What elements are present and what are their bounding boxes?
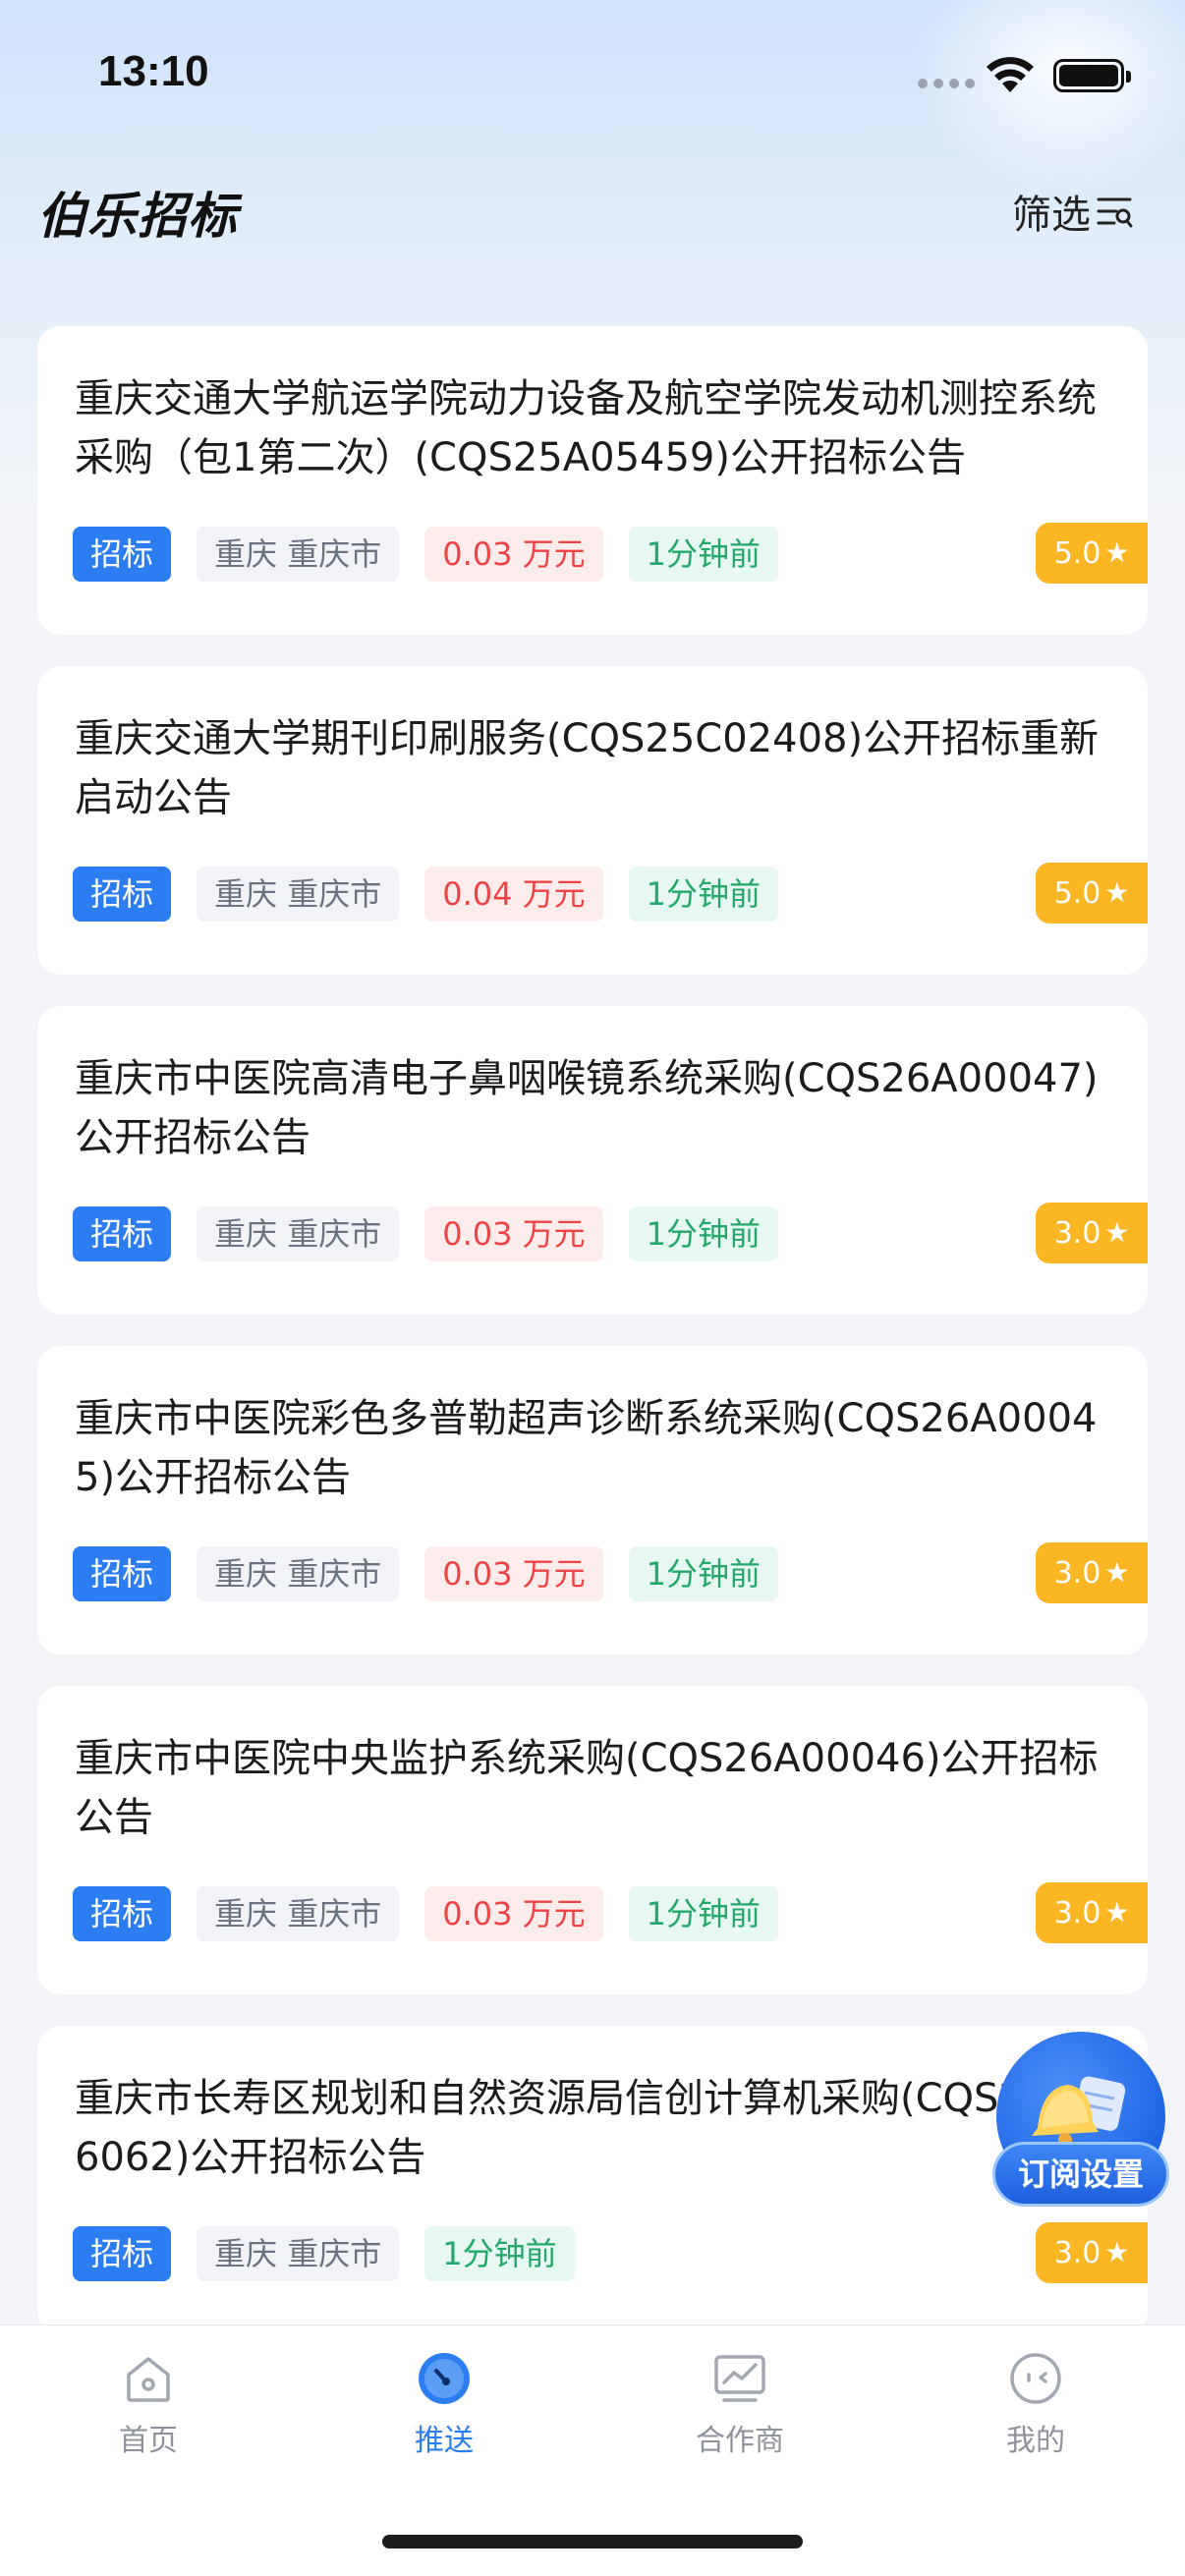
rating-badge: 5.0 ★ xyxy=(1036,863,1148,924)
tender-card[interactable]: 重庆交通大学期刊印刷服务(CQS25C02408)公开招标重新启动公告 招标 重… xyxy=(37,666,1148,975)
rating-value: 5.0 xyxy=(1053,535,1101,571)
region-tag: 重庆 重庆市 xyxy=(197,527,400,582)
tender-title: 重庆交通大学航运学院动力设备及航空学院发动机测控系统采购（包1第二次）(CQS2… xyxy=(75,376,1097,480)
tender-title: 重庆市中医院高清电子鼻咽喉镜系统采购(CQS26A00047)公开招标公告 xyxy=(75,1056,1099,1160)
tender-card[interactable]: 重庆市中医院高清电子鼻咽喉镜系统采购(CQS26A00047)公开招标公告 招标… xyxy=(37,1006,1148,1315)
rating-badge: 3.0 ★ xyxy=(1036,1542,1148,1603)
time-tag: 1分钟前 xyxy=(628,1546,779,1601)
amount-tag: 0.03 万元 xyxy=(424,1886,603,1941)
time-tag: 1分钟前 xyxy=(628,527,779,582)
tender-title: 重庆市长寿区规划和自然资源局信创计算机采购(CQS25A06062)公开招标公告 xyxy=(75,2076,1101,2180)
status-time: 13:10 xyxy=(98,47,209,95)
star-icon: ★ xyxy=(1104,876,1130,909)
amount-tag: 0.03 万元 xyxy=(424,1546,603,1601)
amount-tag: 0.04 万元 xyxy=(424,867,603,922)
home-indicator xyxy=(382,2535,803,2548)
region-tag: 重庆 重庆市 xyxy=(197,2226,400,2281)
amount-tag: 0.03 万元 xyxy=(424,1206,603,1261)
type-tag: 招标 xyxy=(73,1886,172,1941)
tab-home-label: 首页 xyxy=(119,2424,178,2458)
type-tag: 招标 xyxy=(73,2226,172,2281)
time-tag: 1分钟前 xyxy=(628,1206,779,1261)
rating-value: 3.0 xyxy=(1053,1895,1101,1931)
tab-home[interactable]: 首页 xyxy=(50,2349,247,2467)
subscribe-fab-label: 订阅设置 xyxy=(992,2142,1169,2207)
time-tag: 1分钟前 xyxy=(628,1886,779,1941)
signal-icon xyxy=(918,79,975,88)
rating-badge: 3.0 ★ xyxy=(1036,2222,1148,2283)
tender-card[interactable]: 重庆市中医院彩色多普勒超声诊断系统采购(CQS26A00045)公开招标公告 招… xyxy=(37,1346,1148,1654)
tender-list: 重庆交通大学航运学院动力设备及航空学院发动机测控系统采购（包1第二次）(CQS2… xyxy=(37,326,1148,2366)
filter-button[interactable]: 筛选 xyxy=(1012,183,1134,240)
tab-profile-label: 我的 xyxy=(1006,2424,1065,2458)
tender-title: 重庆交通大学期刊印刷服务(CQS25C02408)公开招标重新启动公告 xyxy=(75,716,1100,820)
rating-badge: 3.0 ★ xyxy=(1036,1203,1148,1263)
rating-value: 3.0 xyxy=(1053,1215,1101,1251)
home-icon xyxy=(127,2357,170,2402)
type-tag: 招标 xyxy=(73,1206,172,1261)
status-bar: 13:10 xyxy=(0,0,1185,147)
battery-icon xyxy=(1053,59,1131,92)
tab-partners[interactable]: 合作商 xyxy=(642,2349,838,2467)
wifi-icon xyxy=(987,57,1034,92)
type-tag: 招标 xyxy=(73,867,172,922)
star-icon: ★ xyxy=(1104,1896,1130,1929)
tender-card[interactable]: 重庆交通大学航运学院动力设备及航空学院发动机测控系统采购（包1第二次）(CQS2… xyxy=(37,326,1148,635)
star-icon: ★ xyxy=(1104,2236,1130,2268)
filter-icon xyxy=(1097,197,1133,228)
tab-push-label: 推送 xyxy=(415,2424,474,2458)
tender-card[interactable]: 重庆市中医院中央监护系统采购(CQS26A00046)公开招标公告 招标 重庆 … xyxy=(37,1686,1148,1994)
rating-value: 3.0 xyxy=(1053,2235,1101,2270)
type-tag: 招标 xyxy=(73,1546,172,1601)
time-tag: 1分钟前 xyxy=(628,867,779,922)
rating-value: 3.0 xyxy=(1053,1555,1101,1591)
partner-chart-icon xyxy=(714,2355,765,2402)
tab-push[interactable]: 推送 xyxy=(346,2349,542,2467)
type-tag: 招标 xyxy=(73,527,172,582)
region-tag: 重庆 重庆市 xyxy=(197,1886,400,1941)
star-icon: ★ xyxy=(1104,536,1130,569)
amount-tag: 0.03 万元 xyxy=(424,527,603,582)
rating-badge: 5.0 ★ xyxy=(1036,523,1148,584)
time-tag: 1分钟前 xyxy=(424,2226,575,2281)
app-header: 伯乐招标 筛选 xyxy=(0,167,1185,255)
rating-value: 5.0 xyxy=(1053,875,1101,911)
rating-badge: 3.0 ★ xyxy=(1036,1882,1148,1943)
push-gauge-icon xyxy=(419,2353,470,2404)
profile-face-icon xyxy=(1010,2353,1061,2404)
star-icon: ★ xyxy=(1104,1556,1130,1589)
tender-card[interactable]: 重庆市长寿区规划和自然资源局信创计算机采购(CQS25A06062)公开招标公告… xyxy=(37,2026,1148,2334)
star-icon: ★ xyxy=(1104,1216,1130,1249)
region-tag: 重庆 重庆市 xyxy=(197,867,400,922)
app-title: 伯乐招标 xyxy=(37,188,238,245)
region-tag: 重庆 重庆市 xyxy=(197,1206,400,1261)
tab-partners-label: 合作商 xyxy=(696,2424,784,2458)
region-tag: 重庆 重庆市 xyxy=(197,1546,400,1601)
subscribe-settings-button[interactable]: 订阅设置 xyxy=(992,2032,1169,2218)
tender-title: 重庆市中医院中央监护系统采购(CQS26A00046)公开招标公告 xyxy=(75,1736,1099,1840)
filter-label: 筛选 xyxy=(1012,193,1091,238)
tab-profile[interactable]: 我的 xyxy=(937,2349,1134,2467)
tender-title: 重庆市中医院彩色多普勒超声诊断系统采购(CQS26A00045)公开招标公告 xyxy=(75,1396,1098,1500)
